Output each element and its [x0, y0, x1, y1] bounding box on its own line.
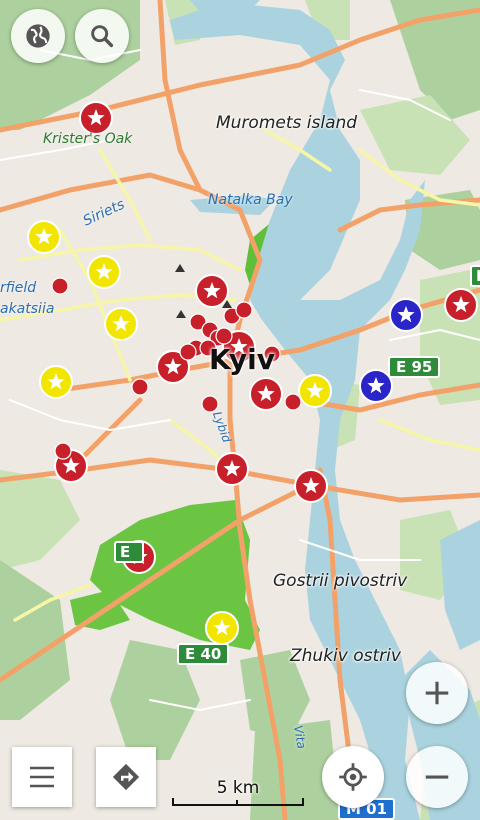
- red-star-marker[interactable]: [444, 288, 478, 322]
- label-akatsiia: akatsiia: [0, 301, 55, 317]
- road-shield-e40: E 40: [177, 643, 230, 665]
- red-dot-marker[interactable]: [284, 393, 302, 411]
- red-dot-marker[interactable]: [201, 395, 219, 413]
- road-shield-e95: E 95: [388, 356, 441, 378]
- red-star-marker[interactable]: [79, 101, 113, 135]
- label-natalka-bay: Natalka Bay: [208, 192, 293, 208]
- my-location-icon: [339, 763, 367, 791]
- menu-button[interactable]: [12, 747, 72, 807]
- red-dot-marker[interactable]: [54, 442, 72, 460]
- red-star-marker[interactable]: [249, 377, 283, 411]
- label-muromets-island: Muromets island: [216, 113, 358, 133]
- search-icon: [91, 25, 114, 48]
- zoom-in-button[interactable]: [406, 662, 468, 724]
- yellow-star-marker[interactable]: [39, 365, 73, 399]
- label-kyiv: Kyiv: [209, 343, 276, 376]
- yellow-star-marker[interactable]: [298, 374, 332, 408]
- blue-star-marker[interactable]: [389, 298, 423, 332]
- red-dot-marker[interactable]: [51, 277, 69, 295]
- label-zhukiv-ostriv: Zhukiv ostriv: [290, 646, 401, 666]
- directions-icon: [112, 763, 140, 791]
- label-gostrii-pivostriv: Gostrii pivostriv: [273, 571, 408, 591]
- my-location-button[interactable]: [322, 746, 384, 808]
- red-star-marker[interactable]: [294, 469, 328, 503]
- scale-label: 5 km: [216, 778, 260, 798]
- hamburger-menu-icon: [30, 766, 54, 788]
- red-dot-marker[interactable]: [179, 343, 197, 361]
- yellow-star-marker[interactable]: [27, 220, 61, 254]
- yellow-star-marker[interactable]: [87, 255, 121, 289]
- road-shield-e-left: E: [114, 541, 145, 563]
- red-dot-marker[interactable]: [215, 327, 233, 345]
- globe-button[interactable]: [11, 9, 65, 63]
- yellow-star-marker[interactable]: [104, 307, 138, 341]
- zoom-out-button[interactable]: [406, 746, 468, 808]
- scale-bar: 5 km: [172, 778, 304, 808]
- scale-line: [172, 798, 304, 806]
- red-star-marker[interactable]: [215, 452, 249, 486]
- minus-icon: [425, 775, 449, 779]
- scale-tick: [236, 800, 238, 806]
- road-shield-m-edge: M: [470, 265, 480, 287]
- red-dot-marker[interactable]: [235, 301, 253, 319]
- search-button[interactable]: [75, 9, 129, 63]
- red-star-marker[interactable]: [195, 274, 229, 308]
- yellow-star-marker[interactable]: [205, 611, 239, 645]
- label-kristers-oak: Krister's Oak: [43, 131, 133, 147]
- plus-icon: [425, 681, 449, 705]
- red-dot-marker[interactable]: [131, 378, 149, 396]
- globe-icon: [26, 24, 50, 48]
- directions-button[interactable]: [96, 747, 156, 807]
- label-field: rfield: [0, 280, 37, 296]
